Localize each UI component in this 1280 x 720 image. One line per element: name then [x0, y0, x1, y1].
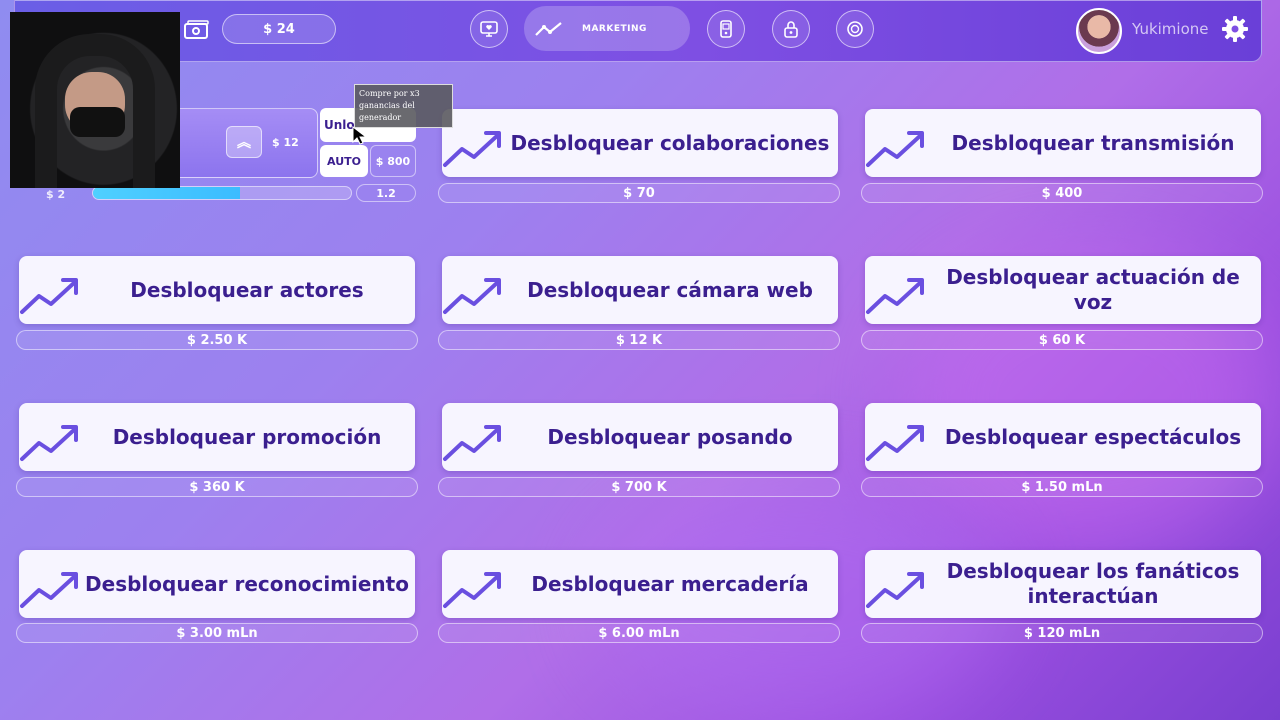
generator-progress-fill — [93, 187, 241, 199]
monitor-heart-icon — [480, 21, 498, 37]
unlock-card[interactable]: Desbloquear espectáculos — [865, 403, 1261, 471]
unlock-card-label: Desbloquear actores — [130, 277, 364, 302]
device-icon — [720, 20, 732, 38]
unlock-card[interactable]: Desbloquear cámara web — [442, 256, 838, 324]
achievements-tab[interactable] — [836, 10, 874, 48]
unlock-card[interactable]: Desbloquear reconocimiento — [19, 550, 415, 618]
trend-up-icon — [443, 131, 501, 167]
device-tab[interactable] — [707, 10, 745, 48]
auto-button[interactable]: AUTO — [320, 145, 368, 177]
trend-up-icon — [866, 572, 924, 608]
unlock-card[interactable]: Desbloquear actores — [19, 256, 415, 324]
auto-price: $ 800 — [370, 145, 416, 177]
generator-multiplier: 1.2 — [356, 184, 416, 202]
unlock-card-price: $ 120 mLn — [861, 623, 1263, 643]
webcam-overlay — [10, 12, 180, 188]
trend-up-icon — [20, 278, 78, 314]
trend-up-icon — [866, 278, 924, 314]
unlock-card-price: $ 3.00 mLn — [16, 623, 418, 643]
unlock-card[interactable]: Desbloquear posando — [442, 403, 838, 471]
badge-icon — [847, 21, 863, 37]
money-balance: $ 24 — [222, 14, 336, 44]
unlock-card-price: $ 60 K — [861, 330, 1263, 350]
cash-icon — [184, 20, 209, 39]
unlock-card[interactable]: Desbloquear colaboraciones — [442, 109, 838, 177]
unlock-card-price: $ 700 K — [438, 477, 840, 497]
tab-marketing[interactable]: MARKETING — [524, 6, 690, 51]
trend-up-icon — [866, 131, 924, 167]
trend-line-icon — [535, 21, 562, 36]
upgrade-button[interactable]: ︽ — [226, 126, 262, 158]
tooltip: Compre por x3 ganancias del generador — [354, 84, 453, 128]
unlock-card-price: $ 2.50 K — [16, 330, 418, 350]
unlock-card[interactable]: Desbloquear los fanáticos interactúan — [865, 550, 1261, 618]
unlock-card-price: $ 360 K — [16, 477, 418, 497]
unlock-card-label: Desbloquear reconocimiento — [85, 571, 409, 596]
lock-tab[interactable] — [772, 10, 810, 48]
unlock-card-price: $ 6.00 mLn — [438, 623, 840, 643]
double-chevron-up-icon: ︽ — [237, 135, 251, 151]
unlock-card[interactable]: Desbloquear actuación de voz — [865, 256, 1261, 324]
unlock-card-price: $ 400 — [861, 183, 1263, 203]
trend-up-icon — [866, 425, 924, 461]
trend-up-icon — [443, 278, 501, 314]
unlock-card-price: $ 1.50 mLn — [861, 477, 1263, 497]
unlock-card[interactable]: Desbloquear promoción — [19, 403, 415, 471]
unlock-card-label: Desbloquear actuación de voz — [946, 265, 1240, 314]
unlock-card[interactable]: Desbloquear mercadería — [442, 550, 838, 618]
avatar[interactable] — [1076, 8, 1122, 54]
unlock-card-label: Desbloquear promoción — [112, 424, 382, 449]
cursor-icon — [352, 126, 368, 145]
trend-up-icon — [443, 425, 501, 461]
unlock-card-label: Desbloquear transmisión — [951, 130, 1235, 155]
unlock-card-label: Desbloquear espectáculos — [944, 424, 1242, 449]
unlock-card-label: Desbloquear colaboraciones — [510, 130, 830, 155]
tab-marketing-label: MARKETING — [582, 23, 647, 34]
unlock-card-label: Desbloquear cámara web — [527, 277, 813, 302]
trend-up-icon — [20, 425, 78, 461]
lock-icon — [784, 21, 798, 38]
username: Yukimione — [1132, 20, 1209, 38]
unlock-card[interactable]: Desbloquear transmisión — [865, 109, 1261, 177]
gear-icon[interactable] — [1220, 14, 1250, 44]
unlock-card-label: Desbloquear posando — [547, 424, 793, 449]
generator-progress-bar — [92, 186, 352, 200]
unlock-card-price: $ 12 K — [438, 330, 840, 350]
trend-up-icon — [20, 572, 78, 608]
monitor-tab[interactable] — [470, 10, 508, 48]
upgrade-price: $ 12 — [272, 136, 299, 149]
unlock-card-price: $ 70 — [438, 183, 840, 203]
unlock-card-label: Desbloquear los fanáticos interactúan — [946, 559, 1240, 608]
trend-up-icon — [443, 572, 501, 608]
generator-earnings: $ 2 — [46, 188, 66, 201]
unlock-card-label: Desbloquear mercadería — [531, 571, 809, 596]
